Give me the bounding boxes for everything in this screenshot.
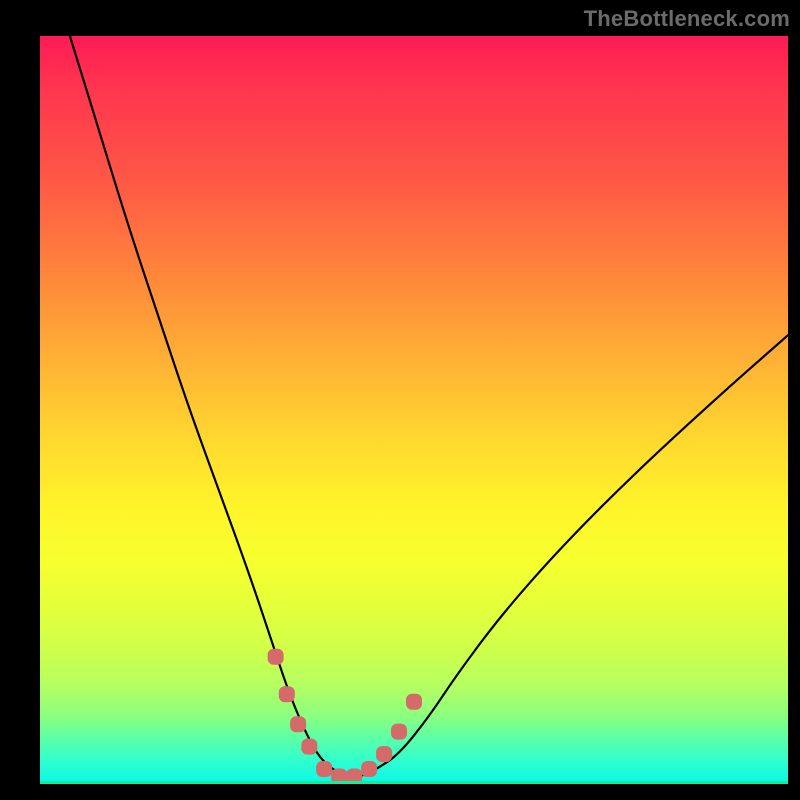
marker-point [301, 739, 317, 755]
marker-point [279, 686, 295, 702]
plot-area [40, 36, 788, 784]
curve-layer [40, 36, 788, 784]
marker-point [361, 761, 377, 777]
marker-point [268, 649, 284, 665]
marker-point [376, 746, 392, 762]
bottleneck-curve [70, 36, 788, 777]
marker-point [331, 769, 347, 785]
marker-point [406, 694, 422, 710]
marker-point [346, 769, 362, 785]
marker-point [391, 724, 407, 740]
marker-group [268, 649, 422, 784]
marker-point [316, 761, 332, 777]
chart-frame: TheBottleneck.com [0, 0, 800, 800]
marker-point [290, 716, 306, 732]
watermark-text: TheBottleneck.com [584, 6, 790, 32]
